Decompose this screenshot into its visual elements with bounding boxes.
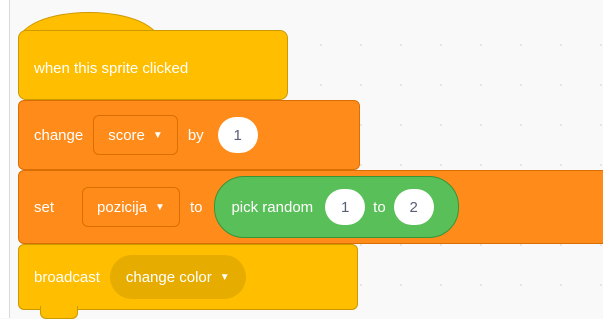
random-to-input[interactable]: 2	[393, 189, 434, 225]
change-variable-block[interactable]: change score ▼ by 1	[18, 100, 360, 170]
grid-dot	[600, 84, 602, 86]
grid-dot	[320, 84, 322, 86]
grid-dot	[560, 284, 562, 286]
grid-dot	[600, 244, 602, 246]
grid-dot	[360, 44, 362, 46]
grid-dot	[400, 124, 402, 126]
set-variable-block[interactable]: set pozicija ▼ to pick random 1 to 2	[18, 170, 603, 244]
pick-random-label: pick random	[231, 198, 314, 216]
broadcast-verb-label: broadcast	[34, 268, 100, 286]
grid-dot	[600, 284, 602, 286]
grid-dot	[600, 44, 602, 46]
grid-dot	[360, 284, 362, 286]
hat-block-label: when this sprite clicked	[34, 59, 189, 77]
variable-name: pozicija	[97, 198, 148, 216]
grid-dot	[480, 284, 482, 286]
grid-dot	[520, 44, 522, 46]
grid-dot	[400, 284, 402, 286]
grid-dot	[320, 44, 322, 46]
grid-dot	[560, 244, 562, 246]
caret-down-icon: ▼	[155, 201, 165, 213]
pick-random-reporter[interactable]: pick random 1 to 2	[214, 176, 459, 238]
grid-dot	[520, 244, 522, 246]
grid-dot	[360, 84, 362, 86]
grid-dot	[480, 44, 482, 46]
grid-dot	[520, 284, 522, 286]
grid-dot	[560, 164, 562, 166]
grid-dot	[480, 84, 482, 86]
grid-dot	[520, 164, 522, 166]
random-to-label: to	[373, 198, 386, 216]
grid-dot	[600, 164, 602, 166]
grid-dot	[600, 124, 602, 126]
grid-dot	[480, 244, 482, 246]
grid-dot	[440, 44, 442, 46]
message-dropdown[interactable]: change color ▼	[109, 255, 246, 299]
grid-dot	[560, 124, 562, 126]
when-sprite-clicked-block[interactable]: when this sprite clicked	[18, 30, 288, 100]
variable-dropdown-pozicija[interactable]: pozicija ▼	[82, 187, 180, 227]
grid-dot	[440, 164, 442, 166]
block-bottom-notch	[40, 306, 78, 319]
random-from-input[interactable]: 1	[325, 189, 366, 225]
grid-dot	[400, 164, 402, 166]
to-label: to	[189, 198, 203, 216]
grid-dot	[400, 244, 402, 246]
grid-dot	[440, 124, 442, 126]
workspace-left-edge	[0, 0, 10, 318]
grid-dot	[440, 244, 442, 246]
grid-dot	[520, 84, 522, 86]
grid-dot	[400, 44, 402, 46]
message-name: change color	[125, 268, 212, 286]
grid-dot	[480, 124, 482, 126]
grid-dot	[440, 284, 442, 286]
grid-dot	[360, 124, 362, 126]
caret-down-icon: ▼	[152, 129, 163, 141]
grid-dot	[360, 244, 362, 246]
variable-name: score	[108, 126, 145, 144]
grid-dot	[440, 84, 442, 86]
grid-dot	[560, 84, 562, 86]
grid-dot	[520, 124, 522, 126]
by-label: by	[187, 126, 204, 144]
grid-dot	[560, 44, 562, 46]
change-value-input[interactable]: 1	[217, 117, 258, 153]
grid-dot	[480, 164, 482, 166]
caret-down-icon: ▼	[219, 271, 230, 283]
change-verb-label: change	[34, 126, 84, 144]
grid-dot	[360, 164, 362, 166]
broadcast-block[interactable]: broadcast change color ▼	[18, 244, 358, 310]
set-verb-label: set	[34, 198, 55, 216]
grid-dot	[400, 84, 402, 86]
variable-dropdown-score[interactable]: score ▼	[93, 115, 178, 155]
